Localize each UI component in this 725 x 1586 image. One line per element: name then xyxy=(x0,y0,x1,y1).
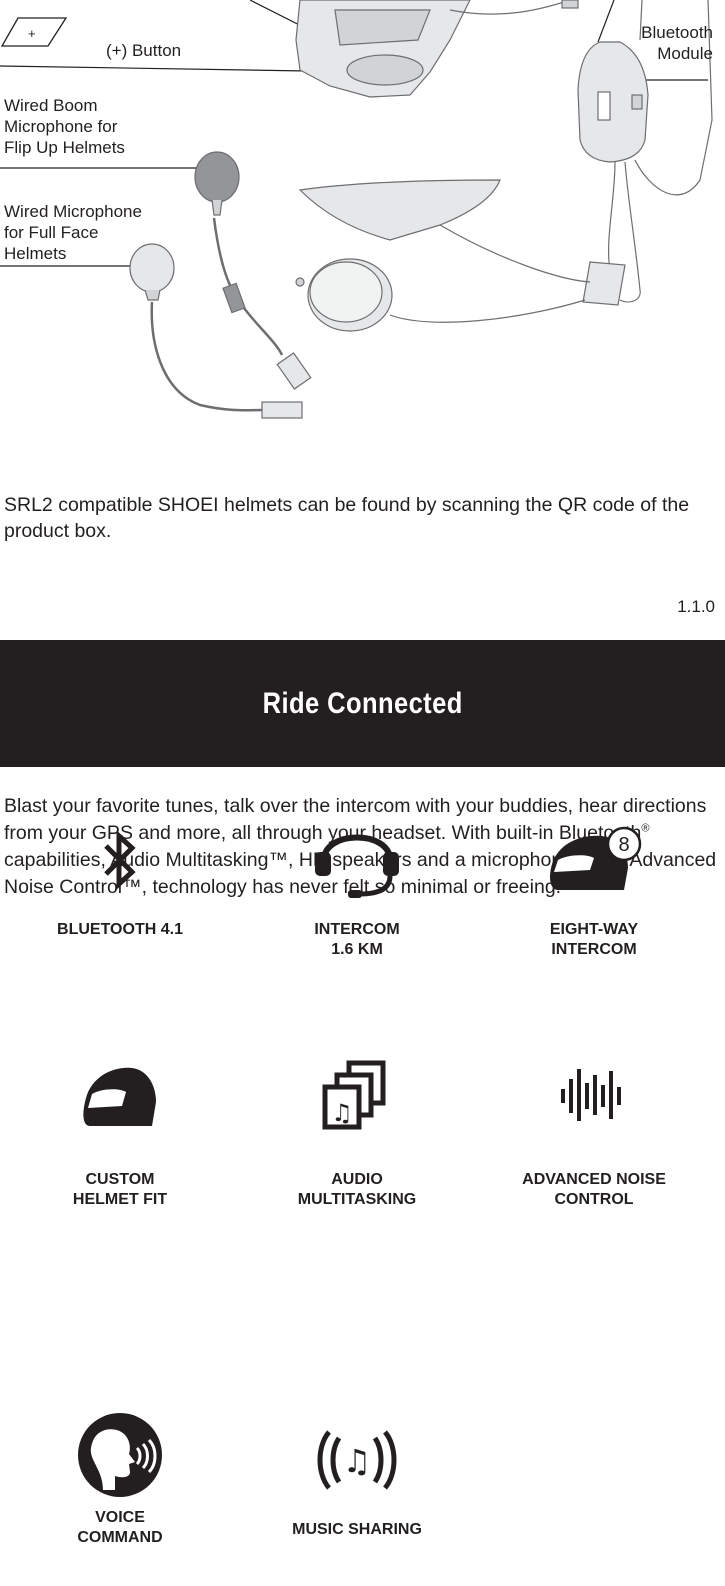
feature-label: VOICE COMMAND xyxy=(77,1509,163,1546)
product-diagram: + (+) Button Bluetooth Module Wired Boom… xyxy=(0,0,725,440)
feature-voice-command: VOICE COMMAND xyxy=(20,1410,220,1548)
bluetooth-module-label: Bluetooth Module xyxy=(641,23,713,63)
feature-noise-control: ADVANCED NOISE CONTROL xyxy=(494,1040,694,1210)
cable-top xyxy=(597,0,615,43)
badge-digit: 8 xyxy=(618,834,629,856)
feature-audio-multitasking: ♫ AUDIO MULTITASKING xyxy=(257,1040,457,1210)
helmet-icon xyxy=(83,1067,156,1126)
wired-microphone xyxy=(129,243,303,419)
sound-wave-icon xyxy=(561,1069,621,1121)
feature-label: EIGHT-WAY INTERCOM xyxy=(549,921,639,958)
audio-multitasking-icon: ♫ xyxy=(322,1060,386,1130)
speaker xyxy=(295,258,586,332)
feature-label: AUDIO MULTITASKING xyxy=(297,1171,417,1208)
feature-bluetooth: BLUETOOTH 4.1 xyxy=(20,800,220,940)
feature-music-sharing: ♫ MUSIC SHARING xyxy=(257,1420,457,1540)
control-unit xyxy=(295,0,579,98)
feature-eight-way: 8 EIGHT-WAY INTERCOM xyxy=(494,800,694,960)
boom-microphone xyxy=(194,151,312,390)
music-note-glyph: ♫ xyxy=(343,1442,372,1480)
feature-label: CUSTOM HELMET FIT xyxy=(72,1171,168,1208)
music-sharing-icon: ♫ xyxy=(317,1430,397,1490)
feature-label: INTERCOM 1.6 KM xyxy=(314,921,400,958)
feature-label: ADVANCED NOISE CONTROL xyxy=(522,1171,666,1208)
plus-button-label: (+) Button xyxy=(106,41,182,60)
feature-label: BLUETOOTH 4.1 xyxy=(57,921,183,938)
helmet-eight-icon: 8 xyxy=(550,826,642,890)
feature-label: MUSIC SHARING xyxy=(292,1521,422,1538)
boom-mic-label: Wired Boom Microphone for Flip Up Helmet… xyxy=(4,96,125,157)
wired-mic-label: Wired Microphone for Full Face Helmets xyxy=(4,202,142,263)
version-number: 1.1.0 xyxy=(677,597,715,616)
plus-symbol: + xyxy=(28,26,36,41)
wire-connector xyxy=(582,261,626,306)
banner-title: Ride Connected xyxy=(262,686,463,720)
voice-command-icon xyxy=(78,1413,162,1497)
compatibility-note: SRL2 compatible SHOEI helmets can be fou… xyxy=(4,494,690,542)
headset-icon xyxy=(315,834,399,898)
bluetooth-icon xyxy=(104,830,136,890)
music-note-glyph: ♫ xyxy=(331,1099,353,1127)
feature-intercom: INTERCOM 1.6 KM xyxy=(257,800,457,960)
feature-helmet-fit: CUSTOM HELMET FIT xyxy=(20,1040,220,1210)
section-banner: Ride Connected xyxy=(0,640,725,767)
